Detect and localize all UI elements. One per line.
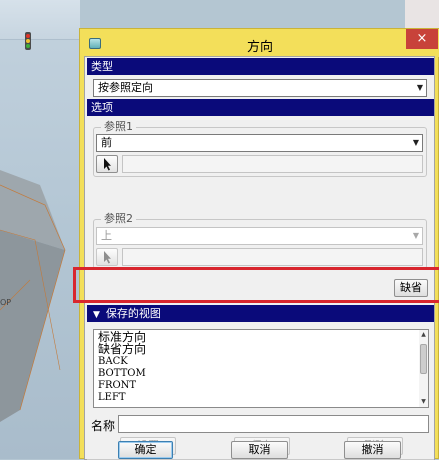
reference1-label: 参照1	[101, 121, 136, 133]
reference2-group: 参照2 上 ▼	[93, 213, 427, 269]
scroll-down-icon[interactable]: ▼	[419, 398, 428, 405]
name-label: 名称	[91, 419, 116, 433]
saved-views-list[interactable]: 标准方向 缺省方向 BACK BOTTOM FRONT LEFT ▲ ▼	[93, 329, 429, 408]
viewport-toolbar	[0, 0, 80, 40]
dialog-title: 方向	[246, 40, 273, 55]
reference2-label: 参照2	[101, 213, 136, 225]
reference2-pick-button[interactable]	[96, 248, 118, 266]
highlight-annotation	[73, 267, 439, 303]
chevron-down-icon: ▼	[412, 138, 419, 147]
cancel-button[interactable]: 取消	[231, 441, 288, 459]
background-strip	[405, 0, 439, 30]
name-input[interactable]	[118, 415, 429, 433]
orientation-dialog: 方向 × 类型 按参照定向 ▼ 选项 参照1 前 ▼ 参照2 上 ▼ 缺省 ▼ …	[79, 28, 439, 460]
scroll-thumb[interactable]	[420, 344, 427, 374]
list-item[interactable]: BACK	[98, 356, 128, 368]
saved-views-header-label: 保存的视图	[105, 307, 161, 320]
reference2-value: 上	[101, 229, 112, 242]
saved-views-header[interactable]: ▼ 保存的视图	[87, 305, 434, 322]
cursor-arrow-icon	[104, 251, 111, 264]
reference2-dropdown[interactable]: 上 ▼	[96, 227, 423, 245]
traffic-light-icon[interactable]	[23, 32, 33, 50]
close-button[interactable]: ×	[406, 29, 438, 49]
reference2-field[interactable]	[122, 248, 423, 266]
list-item[interactable]: 缺省方向	[98, 343, 146, 355]
ok-button[interactable]: 确定	[118, 441, 173, 459]
type-section-header: 类型	[87, 58, 434, 75]
reference1-group: 参照1 前 ▼	[93, 121, 427, 177]
list-scrollbar[interactable]: ▲ ▼	[419, 330, 428, 407]
view-label: OP	[0, 298, 11, 307]
3d-model: OP	[0, 170, 66, 422]
cursor-arrow-icon	[104, 158, 111, 171]
reference1-value: 前	[101, 136, 112, 149]
model-viewport[interactable]: OP	[0, 0, 80, 459]
list-item[interactable]: LEFT	[98, 392, 126, 404]
list-item[interactable]: FRONT	[98, 380, 136, 392]
reference1-field[interactable]	[122, 155, 423, 173]
type-dropdown-value: 按参照定向	[98, 81, 153, 94]
chevron-down-icon: ▼	[416, 83, 423, 92]
options-section-header: 选项	[87, 99, 434, 116]
type-dropdown[interactable]: 按参照定向 ▼	[93, 79, 427, 97]
title-bar[interactable]: 方向 ×	[80, 29, 439, 57]
reference1-pick-button[interactable]	[96, 155, 118, 173]
list-item[interactable]: BOTTOM	[98, 368, 146, 380]
scroll-up-icon[interactable]: ▲	[419, 331, 428, 338]
chevron-down-icon: ▼	[412, 231, 419, 240]
dialog-body: 类型 按参照定向 ▼ 选项 参照1 前 ▼ 参照2 上 ▼ 缺省 ▼ 保存的视图…	[84, 56, 435, 460]
undo-button[interactable]: 撤消	[344, 441, 401, 459]
reference1-dropdown[interactable]: 前 ▼	[96, 134, 423, 152]
triangle-down-icon: ▼	[93, 310, 100, 320]
